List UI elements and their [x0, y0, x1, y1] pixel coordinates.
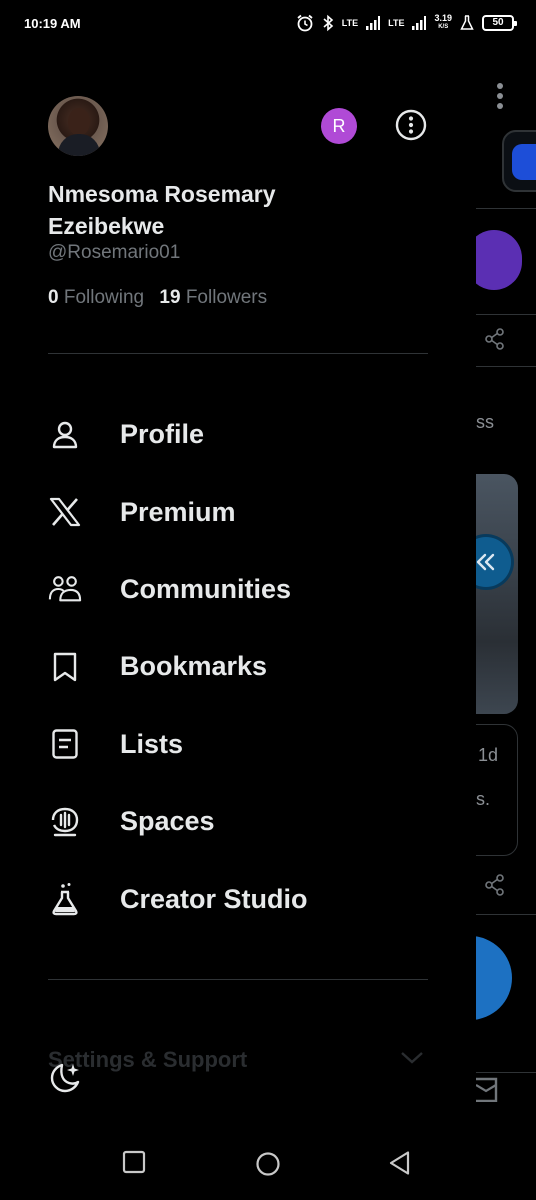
background-text: s. [476, 789, 491, 809]
menu-item-lists[interactable]: Lists [48, 706, 448, 783]
following-link[interactable]: 0 Following [48, 287, 144, 308]
menu-label: Profile [120, 419, 205, 450]
drawer-menu: Profile Premium Communities Bookmarks Li… [48, 396, 448, 938]
followers-link[interactable]: 19 Followers [159, 287, 267, 308]
background-text: ss [476, 412, 494, 432]
menu-label: Communities [120, 573, 292, 604]
recents-icon[interactable] [122, 1150, 146, 1174]
settings-support-toggle[interactable]: Settings & Support [48, 1047, 428, 1077]
menu-label: Spaces [120, 806, 215, 837]
menu-item-communities[interactable]: Communities [48, 551, 448, 628]
network-speed-value: 3.19 [434, 13, 452, 23]
menu-item-profile[interactable]: Profile [48, 396, 448, 473]
network-1-label: LTE [341, 17, 359, 28]
menu-label: Bookmarks [120, 651, 268, 682]
follow-stats: 0 Following 19 Followers [48, 287, 267, 309]
home-icon[interactable] [255, 1151, 281, 1177]
flask-status-icon [460, 15, 474, 30]
following-label: Following [63, 287, 145, 308]
profile-name[interactable]: Nmesoma Rosemary Ezeibekwe [48, 178, 348, 242]
menu-item-bookmarks[interactable]: Bookmarks [48, 628, 448, 705]
status-time: 10:19 AM [24, 16, 81, 31]
network-2-label: LTE [388, 17, 405, 28]
menu-item-spaces[interactable]: Spaces [48, 783, 448, 860]
followers-count: 19 [159, 287, 181, 308]
bluetooth-icon [323, 14, 333, 32]
divider [48, 979, 428, 980]
double-chevron-left-icon [476, 553, 495, 571]
background-avatar [476, 936, 512, 1020]
back-icon[interactable] [388, 1150, 412, 1176]
status-bar: 10:19 AM LTE LTE 3.19 K/S 50 [0, 0, 536, 52]
following-count: 0 [48, 287, 59, 308]
battery-indicator: 50 [482, 15, 517, 31]
account-switch-button[interactable]: R [321, 108, 357, 144]
menu-label: Creator Studio [120, 883, 308, 914]
communities-icon [48, 572, 82, 606]
battery-level: 50 [492, 17, 504, 28]
avatar[interactable] [48, 96, 108, 156]
menu-label: Lists [120, 728, 184, 759]
account-initial: R [332, 116, 346, 136]
profile-handle: @Rosemario01 [48, 242, 181, 263]
signal-icon [412, 16, 427, 30]
system-nav-bar [0, 1102, 536, 1200]
divider [48, 353, 428, 354]
spaces-icon [48, 805, 82, 839]
background-bottom-bar [476, 1072, 536, 1102]
messages-icon [476, 1077, 498, 1102]
more-vertical-icon [497, 83, 503, 109]
background-avatar [476, 230, 522, 290]
share-icon [485, 328, 504, 350]
share-icon [485, 874, 504, 896]
dark-mode-icon[interactable] [48, 1060, 82, 1094]
menu-label: Premium [120, 496, 236, 527]
background-text: 1d [478, 745, 499, 765]
person-icon [48, 418, 82, 452]
x-logo-icon [48, 495, 82, 529]
bookmark-icon [48, 650, 82, 684]
more-options-icon[interactable] [394, 108, 428, 142]
alarm-icon [297, 14, 313, 32]
navigation-drawer: R Nmesoma Rosemary Ezeibekwe @Rosemario0… [0, 52, 476, 1102]
background-chip [502, 130, 536, 192]
chevron-down-icon [401, 1052, 423, 1064]
signal-icon [366, 16, 381, 30]
menu-item-premium[interactable]: Premium [48, 473, 448, 550]
menu-item-creator-studio[interactable]: Creator Studio [48, 860, 448, 937]
list-icon [48, 727, 82, 761]
network-speed-unit: K/S [438, 24, 449, 30]
background-media [476, 474, 518, 714]
flask-icon [48, 882, 82, 916]
followers-label: Followers [185, 287, 268, 308]
